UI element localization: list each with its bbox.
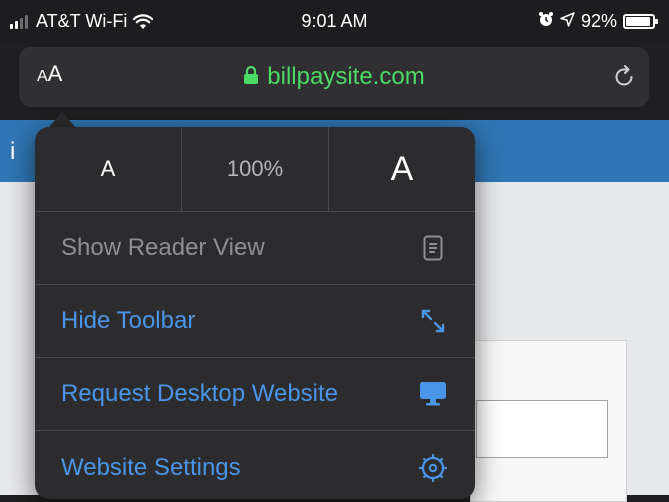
battery-fill xyxy=(626,17,650,26)
domain-text: billpaysite.com xyxy=(267,63,425,90)
url-display[interactable]: billpaysite.com xyxy=(19,63,649,92)
resize-arrows-icon xyxy=(419,307,447,335)
location-arrow-icon xyxy=(560,11,575,32)
show-reader-view-label: Show Reader View xyxy=(61,234,265,261)
reader-icon xyxy=(419,234,447,262)
webpage-banner-text: i xyxy=(10,138,16,165)
website-settings-label: Website Settings xyxy=(61,453,241,481)
url-bar[interactable]: AA billpaysite.com xyxy=(19,47,649,107)
webpage-input-field[interactable] xyxy=(476,400,608,458)
lock-icon xyxy=(243,64,259,92)
hide-toolbar-label: Hide Toolbar xyxy=(61,307,196,334)
status-right: 92% xyxy=(538,11,658,32)
zoom-level-button[interactable]: 100% xyxy=(181,127,328,211)
popover-arrow xyxy=(48,112,76,128)
decrease-font-button[interactable]: A xyxy=(35,127,181,211)
request-desktop-label: Request Desktop Website xyxy=(61,380,339,407)
desktop-icon xyxy=(419,380,447,408)
font-size-controls: A 100% A xyxy=(35,127,475,212)
increase-font-button[interactable]: A xyxy=(328,127,475,211)
show-reader-view-item: Show Reader View xyxy=(35,212,475,285)
battery-percent: 92% xyxy=(580,11,617,31)
reload-icon[interactable] xyxy=(611,63,637,96)
website-settings-item[interactable]: Website Settings xyxy=(35,431,475,499)
settings-gear-icon xyxy=(419,453,447,482)
alarm-icon xyxy=(538,11,554,32)
page-settings-popover: A 100% A Show Reader View Hide Toolbar R… xyxy=(35,127,475,499)
status-bar: AT&T Wi-Fi 9:01 AM 92% xyxy=(0,0,669,42)
hide-toolbar-item[interactable]: Hide Toolbar xyxy=(35,285,475,358)
battery-icon xyxy=(623,14,658,29)
request-desktop-website-item[interactable]: Request Desktop Website xyxy=(35,358,475,431)
